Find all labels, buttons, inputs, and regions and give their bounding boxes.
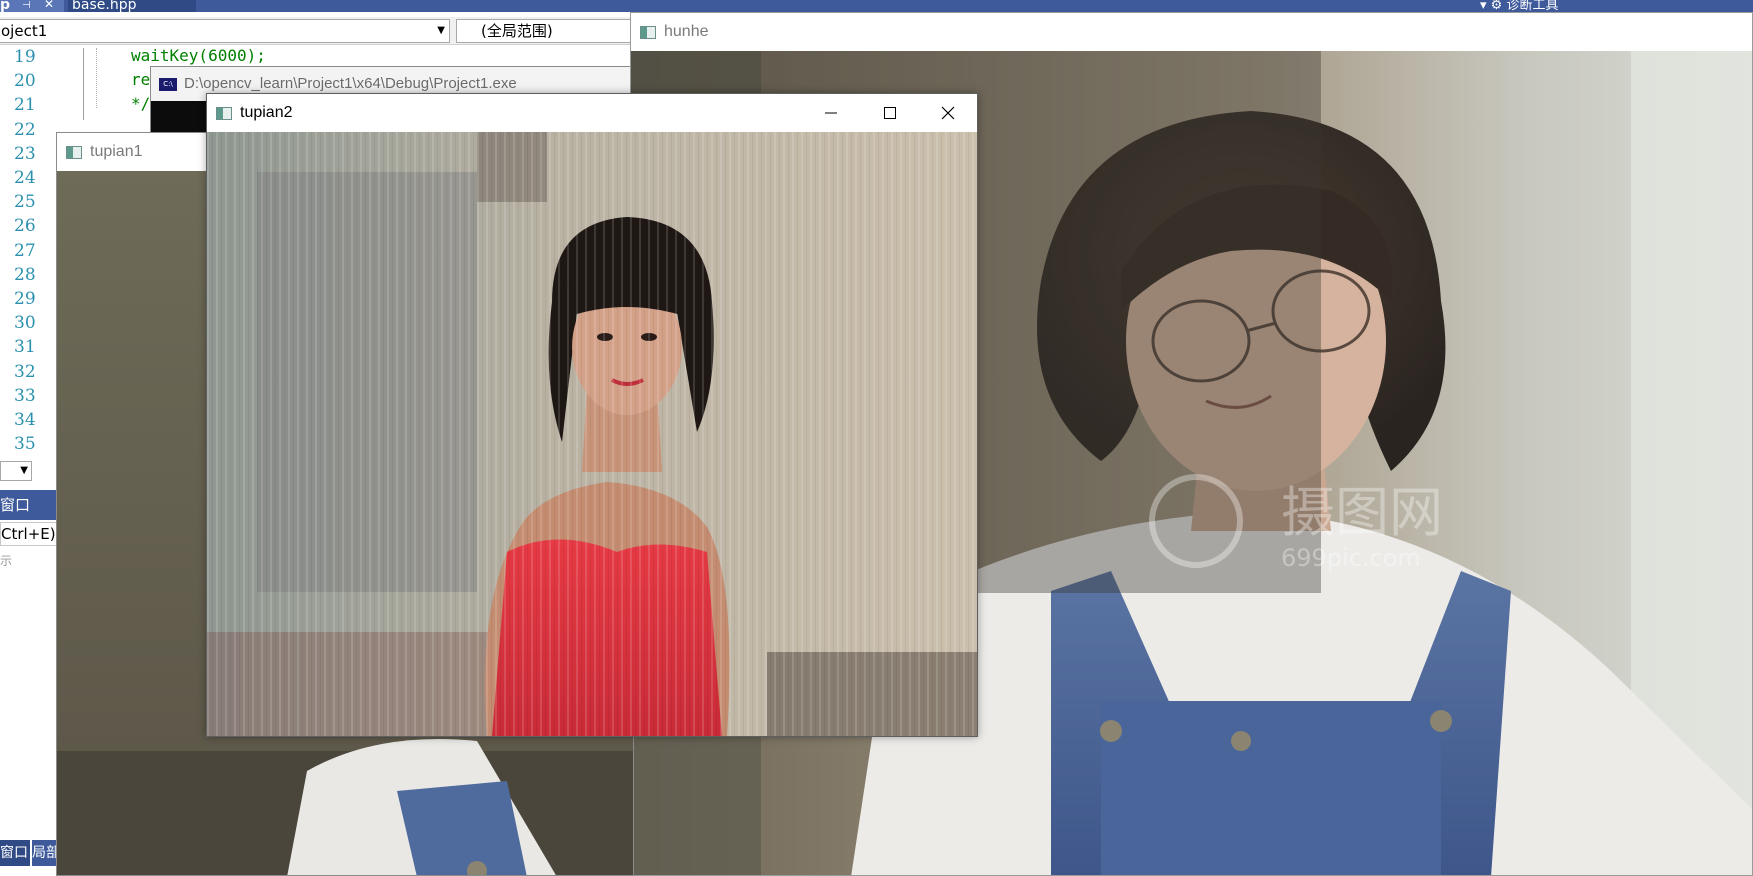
line-number: 27 xyxy=(14,240,36,261)
line-number: 21 xyxy=(14,95,36,116)
window-title: tupian1 xyxy=(90,143,143,160)
bottom-tab-strip: 窗口 局部 xyxy=(0,840,60,866)
scope-dropdown-value: (全局范围) xyxy=(481,22,553,40)
tupian2-image xyxy=(207,132,977,736)
project-dropdown[interactable]: oject1 ▼ xyxy=(0,19,450,43)
line-number: 25 xyxy=(14,192,36,213)
tupian2-titlebar[interactable]: tupian2 xyxy=(207,94,977,132)
window-app-icon xyxy=(66,146,82,159)
line-number-gutter: 19 20 21 22 23 24 25 26 27 28 29 30 31 32 33 34 35 xyxy=(0,46,60,464)
window-app-icon xyxy=(640,26,656,39)
close-icon xyxy=(941,106,955,120)
line-number: 30 xyxy=(14,313,36,334)
diagnostic-tools-label[interactable]: ▾ ⚙ 诊断工具 xyxy=(1480,0,1558,12)
line-number: 20 xyxy=(14,71,36,92)
tab-window[interactable]: 窗口 xyxy=(0,840,30,866)
panel-header: 窗口 xyxy=(0,490,60,520)
tab-cpp-file[interactable]: p ⊣ ✕ xyxy=(0,0,64,12)
minimize-icon xyxy=(825,112,837,114)
line-number: 31 xyxy=(14,337,36,358)
tab-label: base.hpp xyxy=(72,0,137,12)
line-number: 22 xyxy=(14,119,36,140)
line-number: 28 xyxy=(14,264,36,285)
line-number: 26 xyxy=(14,216,36,237)
scope-dropdown[interactable]: (全局范围) xyxy=(456,19,632,43)
hunhe-titlebar[interactable]: hunhe xyxy=(631,13,1752,51)
line-number: 35 xyxy=(14,434,36,455)
close-button[interactable] xyxy=(919,94,977,132)
chevron-down-icon: ▼ xyxy=(437,25,445,36)
minimize-button[interactable] xyxy=(802,94,860,132)
pin-icon[interactable]: ⊣ xyxy=(22,0,31,11)
line-number: 34 xyxy=(14,410,36,430)
window-app-icon xyxy=(216,107,232,120)
document-tab-bar: p ⊣ ✕ base.hpp ▾ ⚙ 诊断工具 xyxy=(0,0,1753,12)
maximize-icon xyxy=(884,107,896,119)
tupian2-window[interactable]: tupian2 xyxy=(206,93,978,737)
indent-guide xyxy=(96,48,97,108)
tab-label: p xyxy=(0,0,11,12)
panel-hint: 示 xyxy=(0,554,13,568)
tab-base-hpp[interactable]: base.hpp xyxy=(68,0,196,12)
console-icon: C:\ xyxy=(159,78,177,91)
code-line[interactable]: re xyxy=(131,70,150,89)
output-dropdown[interactable]: ▼ xyxy=(0,461,32,481)
code-line[interactable]: waitKey(6000); xyxy=(131,46,266,65)
line-number: 33 xyxy=(14,385,36,406)
window-title: tupian2 xyxy=(240,104,293,121)
close-icon[interactable]: ✕ xyxy=(44,0,54,10)
window-title: D:\opencv_learn\Project1\x64\Debug\Proje… xyxy=(184,75,517,92)
navigation-bar: oject1 ▼ (全局范围) xyxy=(0,17,632,45)
line-number: 23 xyxy=(14,143,36,164)
line-number: 32 xyxy=(14,361,36,382)
line-number: 19 xyxy=(14,47,36,67)
panel-search-input[interactable]: Ctrl+E) xyxy=(0,522,60,546)
line-number: 24 xyxy=(14,168,36,188)
code-line[interactable]: */ xyxy=(131,94,150,113)
watermark-sub: 699pic.com xyxy=(1281,544,1421,572)
fold-guide xyxy=(83,48,84,120)
window-title: hunhe xyxy=(664,23,709,40)
watermark-main: 摄图网 xyxy=(1281,481,1443,544)
project-dropdown-value: oject1 xyxy=(1,22,48,40)
line-number: 29 xyxy=(14,289,36,309)
maximize-button[interactable] xyxy=(861,94,919,132)
